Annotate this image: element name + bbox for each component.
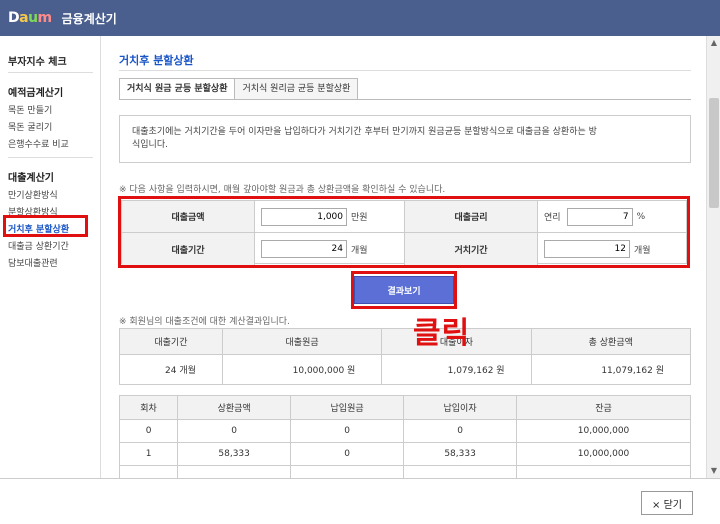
schedule-cell: 0 xyxy=(403,419,518,443)
title-bar: Daum 금융계산기 xyxy=(0,0,720,36)
sidebar-item-bank-fee[interactable]: 은행수수료 비교 xyxy=(8,137,69,150)
sidebar-heading-loan[interactable]: 대출계산기 xyxy=(8,173,54,184)
schedule-cell: 10,000,000 xyxy=(516,442,691,466)
title-divider xyxy=(119,70,691,71)
scroll-down-icon[interactable]: ▼ xyxy=(707,464,720,478)
schedule-header: 납입원금 xyxy=(290,395,405,420)
sidebar: 부자지수 체크 예적금계산기 목돈 만들기 목돈 굴리기 은행수수료 비교 대출… xyxy=(0,36,101,478)
highlight-box-sidebar xyxy=(3,215,88,237)
schedule-header: 회차 xyxy=(118,395,179,420)
sidebar-divider xyxy=(8,157,93,158)
table-header-row: 대출기간 대출원금 대출이자 총 상환금액 xyxy=(119,328,692,355)
logo-letter: D xyxy=(8,10,20,26)
scroll-thumb[interactable] xyxy=(709,98,719,208)
footer: × 닫기 xyxy=(0,478,720,524)
summary-value: 11,079,162 원 xyxy=(530,354,692,385)
result-note: ※ 회원님의 대출조건에 대한 계산결과입니다. xyxy=(119,317,290,327)
description-line: 식입니다. xyxy=(132,140,168,150)
summary-table: 대출기간 대출원금 대출이자 총 상환금액 24 개월 10,000,000 원… xyxy=(119,328,692,385)
summary-value: 24 개월 xyxy=(119,354,223,385)
logo-letter: u xyxy=(28,10,38,26)
schedule-header: 상환금액 xyxy=(177,395,292,420)
scroll-up-icon[interactable]: ▲ xyxy=(707,36,720,50)
sidebar-item-wealth-check[interactable]: 부자지수 체크 xyxy=(8,57,67,68)
sidebar-item-repay-period[interactable]: 대출금 상환기간 xyxy=(8,239,69,252)
schedule-cell: 0 xyxy=(290,442,405,466)
table-row: 1 58,333 0 58,333 10,000,000 xyxy=(118,442,691,466)
click-annotation: 클릭 xyxy=(413,316,471,351)
logo-letter: m xyxy=(37,10,53,26)
sidebar-divider xyxy=(8,72,93,73)
close-button[interactable]: × 닫기 xyxy=(641,491,693,515)
sidebar-item-maturity[interactable]: 만기상환방식 xyxy=(8,188,58,201)
highlight-box-button xyxy=(351,271,457,309)
schedule-cell: 10,000,000 xyxy=(516,419,691,443)
tab-grace-principal-equal[interactable]: 거치식 원금 균등 분할상환 xyxy=(119,78,236,100)
schedule-cell: 0 xyxy=(290,419,405,443)
daum-logo: Daum xyxy=(8,10,52,26)
vertical-scrollbar[interactable]: ▲ ▼ xyxy=(706,36,720,478)
schedule-cell: 58,333 xyxy=(177,442,292,466)
table-row: 0 0 0 0 10,000,000 xyxy=(118,419,691,443)
sidebar-heading-deposit[interactable]: 예적금계산기 xyxy=(8,88,63,99)
summary-header: 대출원금 xyxy=(221,328,383,355)
description-line: 대출초기에는 거치기간을 두어 이자만을 납입하다가 거치기간 후부터 만기까지… xyxy=(132,127,597,137)
summary-header: 총 상환금액 xyxy=(530,328,692,355)
main-content: 거치후 분할상환 거치식 원금 균등 분할상환 거치식 원리금 균등 분할상환 … xyxy=(101,36,706,478)
tab-grace-payment-equal[interactable]: 거치식 원리금 균등 분할상환 xyxy=(234,78,359,100)
summary-value: 10,000,000 원 xyxy=(221,354,383,385)
sidebar-item-save-lump[interactable]: 목돈 만들기 xyxy=(8,103,52,116)
page-title: 거치후 분할상환 xyxy=(119,54,194,67)
schedule-cell: 1 xyxy=(118,442,179,466)
schedule-table: 회차 상환금액 납입원금 납입이자 잔금 0 0 0 0 10,000,000 … xyxy=(118,395,691,478)
summary-header: 대출기간 xyxy=(119,328,223,355)
tab-divider xyxy=(119,99,691,100)
sidebar-item-mortgage[interactable]: 담보대출관련 xyxy=(8,256,58,269)
summary-value: 1,079,162 원 xyxy=(381,354,532,385)
highlight-box-form xyxy=(118,196,690,268)
description-box: 대출초기에는 거치기간을 두어 이자만을 납입하다가 거치기간 후부터 만기까지… xyxy=(119,115,691,163)
sidebar-item-grow-lump[interactable]: 목돈 굴리기 xyxy=(8,120,52,133)
schedule-cell: 0 xyxy=(118,419,179,443)
logo-letter: a xyxy=(19,10,29,26)
table-header-row: 회차 상환금액 납입원금 납입이자 잔금 xyxy=(118,395,691,420)
tab-bar: 거치식 원금 균등 분할상환 거치식 원리금 균등 분할상환 xyxy=(119,78,359,100)
schedule-header: 잔금 xyxy=(516,395,691,420)
table-row xyxy=(118,465,691,478)
schedule-cell: 0 xyxy=(177,419,292,443)
schedule-header: 납입이자 xyxy=(403,395,518,420)
input-note: ※ 다음 사항을 입력하시면, 매월 갚아야할 원금과 총 상환금액을 확인하실… xyxy=(119,185,446,195)
table-row: 24 개월 10,000,000 원 1,079,162 원 11,079,16… xyxy=(119,354,692,385)
schedule-cell: 58,333 xyxy=(403,442,518,466)
app-title: 금융계산기 xyxy=(61,11,117,26)
